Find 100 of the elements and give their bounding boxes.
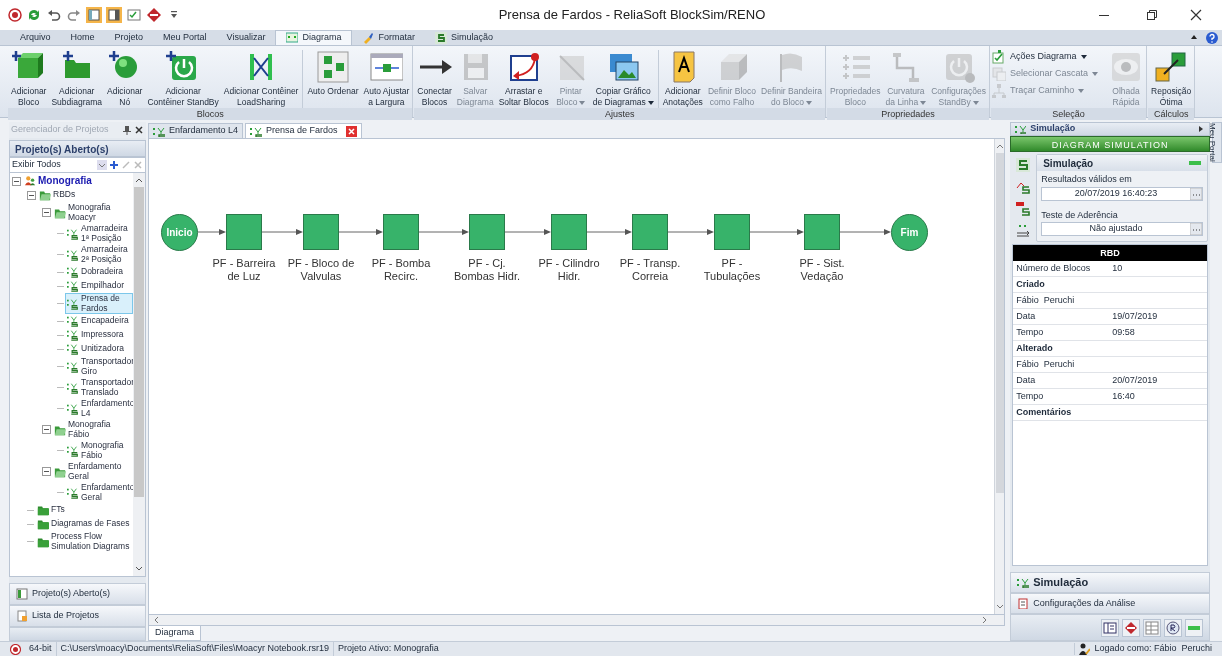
tree-item[interactable]: Prensa de Fardos bbox=[65, 293, 133, 314]
pin-icon[interactable] bbox=[122, 125, 132, 135]
chart-s-icon[interactable] bbox=[1016, 180, 1031, 194]
scrollbar[interactable] bbox=[148, 615, 1006, 626]
collapse-icon[interactable] bbox=[12, 176, 21, 186]
menu-tab[interactable]: Simulação bbox=[425, 30, 503, 45]
collapse-icon[interactable] bbox=[27, 190, 36, 200]
nav-button[interactable]: Configurações da Análise bbox=[1010, 593, 1210, 614]
close-icon[interactable] bbox=[134, 125, 144, 135]
menu-tab[interactable]: Formatar bbox=[352, 30, 425, 45]
ribbon-button[interactable]: Adicionar Contêiner StandBy bbox=[145, 50, 221, 108]
help-icon[interactable] bbox=[1206, 32, 1218, 44]
panel-left-icon[interactable] bbox=[86, 7, 102, 23]
ribbon-button[interactable]: Adicionar Anotações bbox=[660, 50, 705, 108]
more-icon[interactable] bbox=[1190, 187, 1202, 200]
tree-item[interactable]: RBDs bbox=[37, 188, 78, 202]
s-letter-icon[interactable] bbox=[1016, 158, 1031, 172]
ribbon-button[interactable]: Reposição Ótima bbox=[1149, 50, 1194, 108]
ribbon-button[interactable]: Auto Ordenar bbox=[305, 50, 361, 97]
collapse-icon[interactable] bbox=[42, 425, 51, 434]
menu-tab[interactable]: Home bbox=[60, 30, 105, 45]
stop-sign-icon[interactable] bbox=[146, 7, 162, 23]
text-field[interactable]: Não ajustado bbox=[1041, 222, 1203, 236]
menu-tab[interactable]: Arquivo bbox=[10, 30, 61, 45]
tree-item[interactable]: Diagramas de Fases bbox=[35, 517, 132, 531]
tree-item[interactable]: Process Flow Simulation Diagrams bbox=[35, 531, 133, 552]
ribbon-button[interactable]: Ações Diagrama bbox=[992, 50, 1099, 64]
checklist-icon[interactable] bbox=[126, 7, 142, 23]
diagram-block[interactable] bbox=[551, 214, 587, 250]
tree-item[interactable]: Enfardamento Geral bbox=[52, 461, 133, 482]
tree-item[interactable]: Empilhador bbox=[65, 279, 126, 293]
tree-item[interactable]: Monografia bbox=[22, 174, 94, 188]
flow-icon[interactable] bbox=[1016, 224, 1031, 238]
scrollbar[interactable] bbox=[133, 173, 145, 576]
ribbon-button[interactable]: Adicionar Bloco bbox=[9, 50, 49, 108]
tree-item[interactable]: Monografia Moacyr bbox=[52, 202, 133, 223]
shield-button[interactable] bbox=[1164, 618, 1182, 637]
diagram-block[interactable] bbox=[804, 214, 840, 250]
scroll-down-icon[interactable] bbox=[135, 566, 143, 572]
scroll-left-icon[interactable] bbox=[153, 616, 159, 624]
nav-button[interactable]: Simulação bbox=[1010, 572, 1210, 593]
tree-item[interactable]: Impressora bbox=[65, 328, 126, 342]
scroll-right-icon[interactable] bbox=[982, 616, 989, 624]
ribbon-button[interactable]: Conectar Blocos bbox=[415, 50, 454, 108]
tree-item[interactable]: Transportador Translado bbox=[65, 377, 137, 398]
menu-tab[interactable]: Meu Portal bbox=[153, 30, 217, 45]
refresh-icon[interactable] bbox=[26, 7, 42, 23]
menu-tab[interactable]: Projeto bbox=[104, 30, 154, 45]
tree-item[interactable]: Transportador Giro bbox=[65, 356, 137, 377]
panel-right-icon[interactable] bbox=[106, 7, 122, 23]
tree-item[interactable]: Enfardamento L4 bbox=[65, 398, 137, 419]
nav-button[interactable]: Lista de Projetos bbox=[9, 605, 146, 627]
tree-item[interactable]: Unitizadora bbox=[65, 342, 126, 356]
undo-icon[interactable] bbox=[46, 7, 62, 23]
ribbon-button[interactable]: Auto Ajustar a Largura bbox=[361, 50, 412, 108]
add-icon[interactable] bbox=[109, 160, 119, 170]
collapse-ribbon-icon[interactable] bbox=[1190, 33, 1198, 41]
scroll-thumb[interactable] bbox=[134, 187, 144, 497]
minimize-bar-button[interactable] bbox=[1185, 618, 1203, 637]
scroll-thumb[interactable] bbox=[995, 153, 1004, 493]
ribbon-button[interactable]: Adicionar Nó bbox=[105, 50, 145, 108]
diagram-block[interactable] bbox=[714, 214, 750, 250]
document-tab[interactable]: Enfardamento L4 bbox=[148, 123, 244, 138]
document-tab[interactable]: Prensa de Fardos bbox=[245, 123, 362, 138]
text-field[interactable]: 20/07/2019 16:40:23 bbox=[1041, 186, 1203, 201]
stop-sign-button[interactable] bbox=[1122, 618, 1140, 637]
tree-item[interactable]: Monografia Fábio bbox=[52, 419, 133, 440]
diagram-block[interactable] bbox=[303, 214, 339, 250]
tree-item[interactable]: Encapadeira bbox=[65, 314, 131, 328]
ribbon-button[interactable]: Arrastar e Soltar Blocos bbox=[496, 50, 551, 108]
side-tab[interactable]: Meu Portal bbox=[1212, 122, 1222, 163]
ribbon-button[interactable]: Adicionar Contêiner LoadSharing bbox=[221, 50, 301, 108]
tree-item[interactable]: FTs bbox=[35, 503, 67, 517]
scrollbar[interactable] bbox=[994, 139, 1005, 614]
ribbon-button[interactable]: Copiar Gráfico de Diagramas bbox=[590, 50, 656, 108]
tree-item[interactable]: Enfardamento Geral bbox=[65, 482, 137, 503]
expand-panel-icon[interactable] bbox=[1197, 125, 1205, 133]
tree-item[interactable]: Monografia Fábio bbox=[65, 440, 133, 461]
diagram-block[interactable] bbox=[226, 214, 262, 250]
diagram-block[interactable] bbox=[469, 214, 505, 250]
document-tab[interactable]: Diagrama bbox=[148, 626, 201, 641]
diagram-block[interactable] bbox=[632, 214, 668, 250]
tree-item[interactable]: Amarradeira 2ª Posição bbox=[65, 244, 133, 265]
columns-button[interactable] bbox=[1101, 618, 1119, 637]
more-icon[interactable] bbox=[1190, 223, 1202, 235]
menu-tab[interactable]: Diagrama bbox=[275, 30, 353, 45]
tree-item[interactable]: Amarradeira 1ª Posição bbox=[65, 223, 133, 244]
scroll-up-icon[interactable] bbox=[995, 143, 1004, 149]
redo-icon[interactable] bbox=[66, 7, 82, 23]
scroll-down-icon[interactable] bbox=[995, 604, 1004, 610]
collapse-icon[interactable] bbox=[42, 208, 51, 217]
tree-item[interactable]: Dobradeira bbox=[65, 265, 126, 279]
menu-tab[interactable]: Visualizar bbox=[216, 30, 276, 45]
scroll-up-icon[interactable] bbox=[135, 177, 143, 183]
nav-button[interactable]: Projeto(s) Aberto(s) bbox=[9, 583, 146, 605]
close-icon[interactable] bbox=[1190, 9, 1202, 21]
collapse-icon[interactable] bbox=[42, 467, 51, 476]
table-button[interactable] bbox=[1143, 618, 1161, 637]
diagram-block[interactable] bbox=[383, 214, 419, 250]
restore-icon[interactable] bbox=[1146, 9, 1158, 21]
